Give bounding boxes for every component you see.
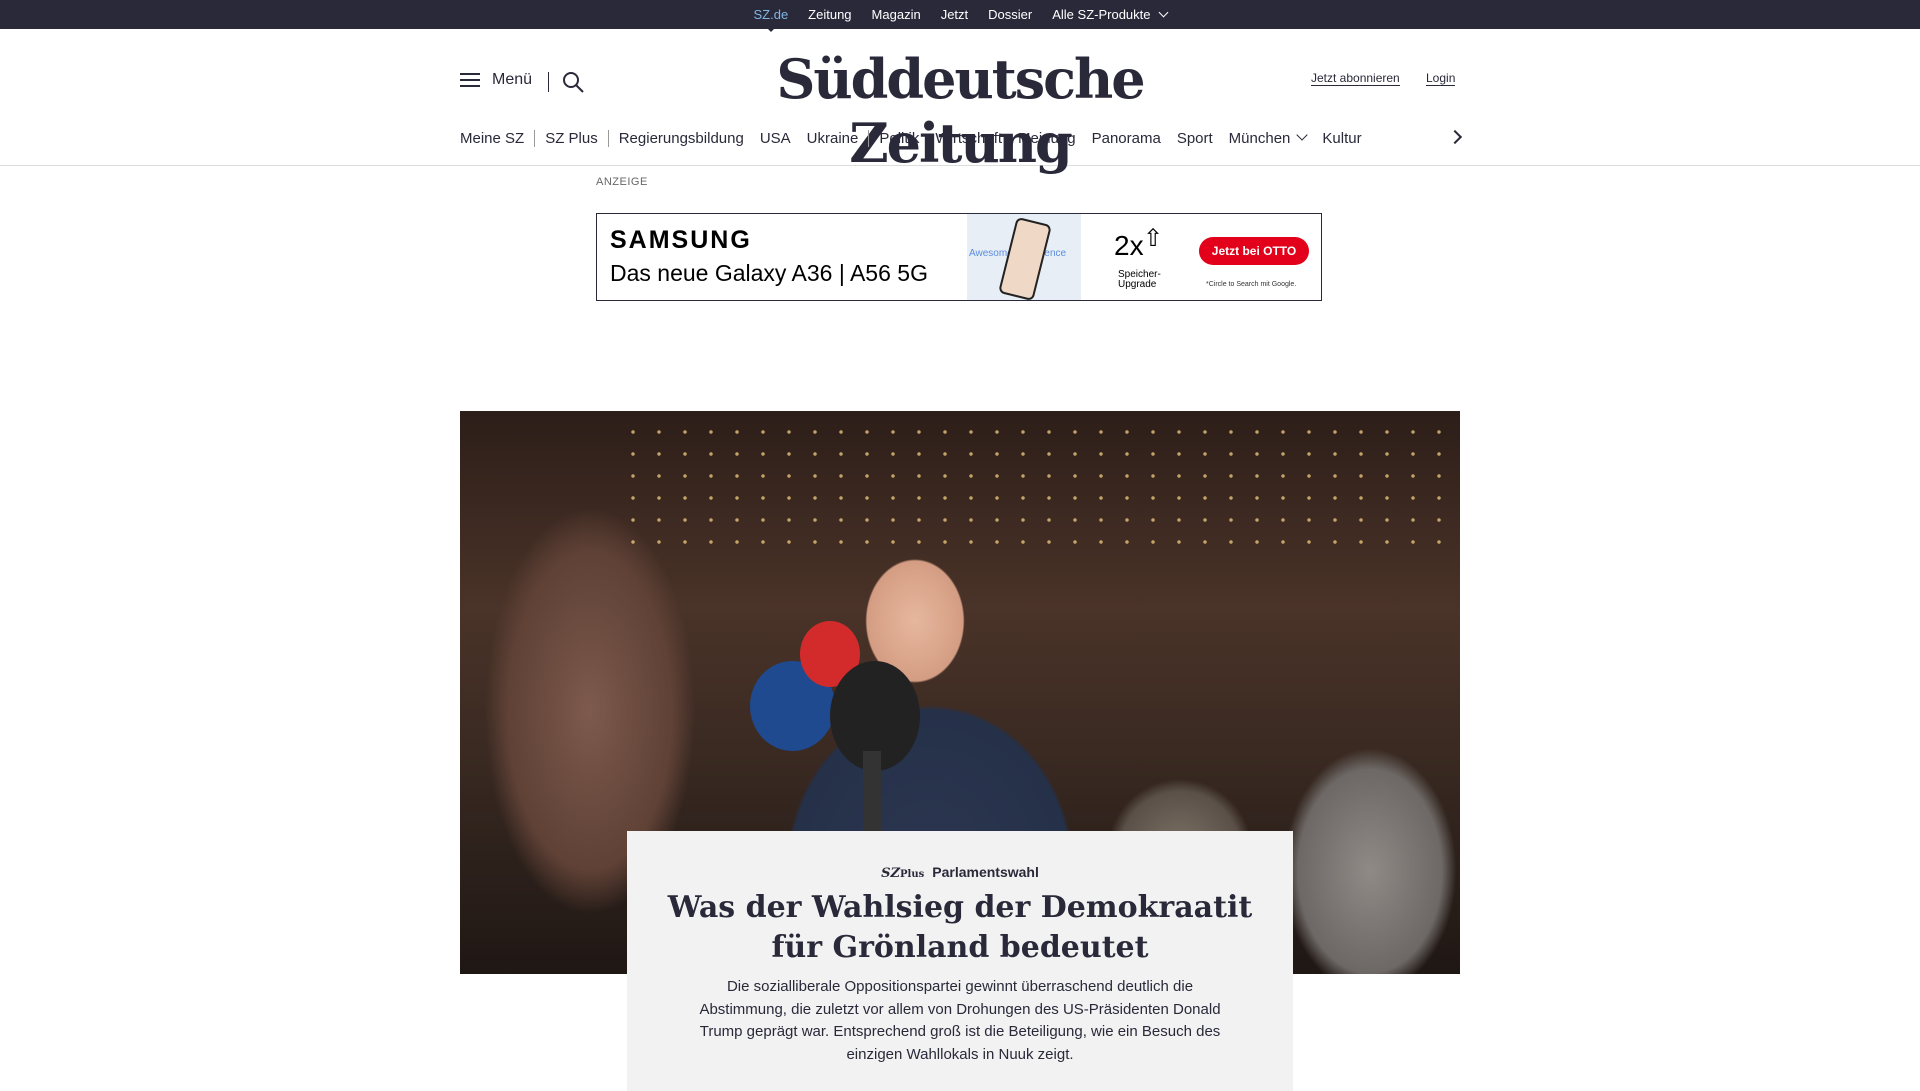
nav-item-meinung[interactable]: Meinung — [1018, 130, 1076, 147]
article-teaser-card[interactable]: SZPlus Parlamentswahl Was der Wahlsieg de… — [627, 831, 1293, 1091]
topbar-link-dossier[interactable]: Dossier — [988, 7, 1032, 22]
top-product-bar: SZ.de Zeitung Magazin Jetzt Dossier Alle… — [0, 0, 1920, 29]
nav-item-regierungsbildung[interactable]: Regierungsbildung — [619, 130, 744, 147]
arrow-up-icon: ⇧ — [1143, 225, 1164, 252]
nav-item-panorama[interactable]: Panorama — [1092, 130, 1161, 147]
ad-storage-text: Speicher-Upgrade — [1118, 269, 1161, 290]
ad-phone-image: Awesome Intelligence — [967, 214, 1081, 300]
article-teaser: Die sozialliberale Oppositionspartei gew… — [699, 978, 1221, 1063]
login-link[interactable]: Login — [1426, 71, 1456, 86]
topbar-link-zeitung[interactable]: Zeitung — [808, 7, 851, 22]
chevron-right-icon[interactable] — [1447, 129, 1463, 145]
topbar-products-dropdown[interactable]: Alle SZ-Produkte — [1052, 7, 1168, 22]
topbar-link-jetzt[interactable]: Jetzt — [941, 7, 968, 22]
site-header: Menü Süddeutsche Zeitung Jetzt abonniere… — [0, 29, 1920, 175]
nav-item-usa[interactable]: USA — [760, 130, 791, 147]
chevron-down-icon — [1158, 7, 1168, 18]
ad-label: ANZEIGE — [596, 176, 648, 188]
nav-item-politik[interactable]: Politik — [879, 130, 919, 147]
ad-note: *Circle to Search mit Google. — [1206, 281, 1297, 288]
search-icon[interactable] — [561, 70, 585, 94]
ad-storage-big: 2x — [1114, 230, 1144, 261]
article-title[interactable]: Was der Wahlsieg der Demokraatit für Grö… — [667, 888, 1253, 968]
ad-cta-button[interactable]: Jetzt bei OTTO — [1199, 237, 1309, 265]
article-kicker: SZPlus Parlamentswahl — [627, 864, 1293, 881]
topbar-link-szde[interactable]: SZ.de — [753, 7, 788, 22]
nav-item-meine-sz[interactable]: Meine SZ — [460, 129, 536, 147]
nav-item-muenchen-label: München — [1228, 129, 1291, 147]
nav-item-wirtschaft[interactable]: Wirtschaft — [935, 130, 1002, 147]
divider — [548, 72, 549, 92]
sz-plus-badge: SZPlus — [881, 866, 925, 881]
nav-item-ukraine[interactable]: Ukraine — [807, 129, 870, 147]
main-navigation: Meine SZ SZ Plus Regierungsbildung USA U… — [460, 127, 1378, 149]
menu-button[interactable]: Menü — [460, 71, 532, 89]
string-lights — [620, 421, 1460, 561]
nav-item-muenchen[interactable]: München — [1228, 128, 1309, 147]
hamburger-icon — [460, 73, 480, 87]
microphone-handle — [863, 751, 881, 831]
nav-item-sport[interactable]: Sport — [1177, 130, 1213, 147]
ad-headline: Das neue Galaxy A36 | A56 5G — [610, 260, 928, 286]
kicker-text: Parlamentswahl — [932, 864, 1039, 880]
nav-item-kultur[interactable]: Kultur — [1322, 130, 1361, 147]
ad-brand: SAMSUNG — [610, 226, 752, 254]
site-logo[interactable]: Süddeutsche Zeitung — [700, 47, 1220, 175]
advertisement-banner[interactable]: SAMSUNG Das neue Galaxy A36 | A56 5G Awe… — [596, 213, 1322, 301]
topbar-products-label: Alle SZ-Produkte — [1052, 7, 1151, 22]
nav-item-sz-plus[interactable]: SZ Plus — [545, 129, 609, 147]
topbar-link-magazin[interactable]: Magazin — [872, 7, 921, 22]
subscribe-link[interactable]: Jetzt abonnieren — [1311, 71, 1400, 86]
chevron-down-icon — [1296, 128, 1309, 141]
menu-label: Menü — [492, 71, 533, 88]
